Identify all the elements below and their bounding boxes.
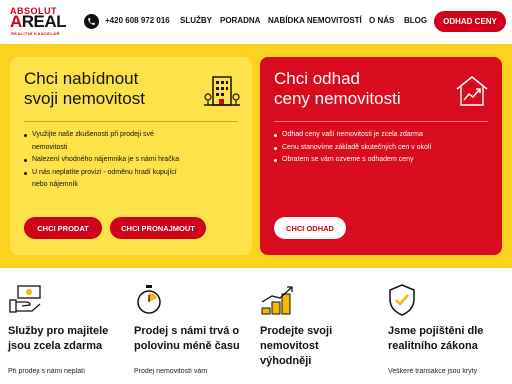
list-item: U nás neplatíte provizi - odměnu hradí k…: [24, 167, 238, 180]
logo-line3: REALITNÍ KANCELÁŘ: [11, 31, 60, 36]
stopwatch-icon: [137, 285, 161, 314]
feature-text: Prodej nemovitostí vám: [134, 368, 208, 375]
nav-blog[interactable]: BLOG: [404, 16, 427, 25]
nav-sluzby[interactable]: SLUŽBY: [180, 16, 212, 25]
price-estimate-card: Chci odhad ceny nemovitosti Odhad ceny v…: [260, 57, 502, 255]
list-item: Odhad ceny vaší nemovitosti je zcela zda…: [274, 129, 488, 142]
site-header: ABSOLUT AREAL REALITNÍ KANCELÁŘ +420 608…: [0, 0, 512, 44]
feature-text: Při prodeji s námi neplatí: [8, 368, 86, 375]
shield-check-icon: [389, 284, 415, 316]
nav-o-nas[interactable]: O NÁS: [369, 16, 394, 25]
feature-text: Veškeré transakce jsou kryty: [388, 368, 478, 375]
chci-prodat-button[interactable]: CHCI PRODAT: [24, 217, 102, 239]
card-title: Chci nabídnout svoji nemovitost: [24, 69, 145, 108]
money-hand-icon: [9, 285, 41, 313]
divider: [24, 121, 238, 122]
list-item: nemovitosti: [32, 143, 68, 151]
feature-title: Prodej s námi trvá o polovinu méně času: [134, 325, 240, 352]
list-item: Cenu stanovíme základě skutečných cen v …: [274, 142, 488, 155]
phone-icon[interactable]: [84, 14, 99, 29]
logo[interactable]: ABSOLUT AREAL REALITNÍ KANCELÁŘ: [10, 6, 68, 38]
list-item: nebo nájemník: [32, 181, 78, 188]
benefit-list: Odhad ceny vaší nemovitosti je zcela zda…: [274, 129, 488, 167]
list-item: Obratem se vám ozveme s odhadem ceny: [274, 154, 488, 167]
nav-nabidka-nemovitosti[interactable]: NABÍDKA NEMOVITOSTÍ: [268, 16, 362, 25]
building-icon: [204, 76, 240, 106]
feature-title: Prodejte svoji nemovitost výhodněji: [260, 325, 333, 367]
logo-line2: AREAL: [10, 12, 67, 31]
card-title: Chci odhad ceny nemovitosti: [274, 69, 401, 108]
benefit-list: Využijte naše zkušenosti při prodeji své…: [24, 129, 238, 192]
house-chart-icon: [456, 76, 488, 106]
feature-title: Služby pro majitele jsou zcela zdarma: [8, 325, 109, 352]
odhad-ceny-button[interactable]: ODHAD CENY: [434, 11, 506, 32]
coin-stack-growth-icon: [261, 286, 293, 315]
feature-title: Jsme pojištěni dle realitního zákona: [388, 325, 484, 352]
list-item: Nalezení vhodného nájemnika je s námi hr…: [24, 154, 238, 167]
nav-poradna[interactable]: PORADNA: [220, 16, 260, 25]
list-item: Využijte naše zkušenosti při prodeji své: [24, 129, 238, 142]
phone-number[interactable]: +420 608 972 016: [105, 16, 170, 25]
divider: [274, 121, 488, 122]
chci-odhad-button[interactable]: CHCI ODHAD: [274, 217, 346, 239]
chci-pronajmout-button[interactable]: CHCI PRONAJMOUT: [110, 217, 206, 239]
offer-property-card: Chci nabídnout svoji nemovitost Využijte…: [10, 57, 252, 255]
